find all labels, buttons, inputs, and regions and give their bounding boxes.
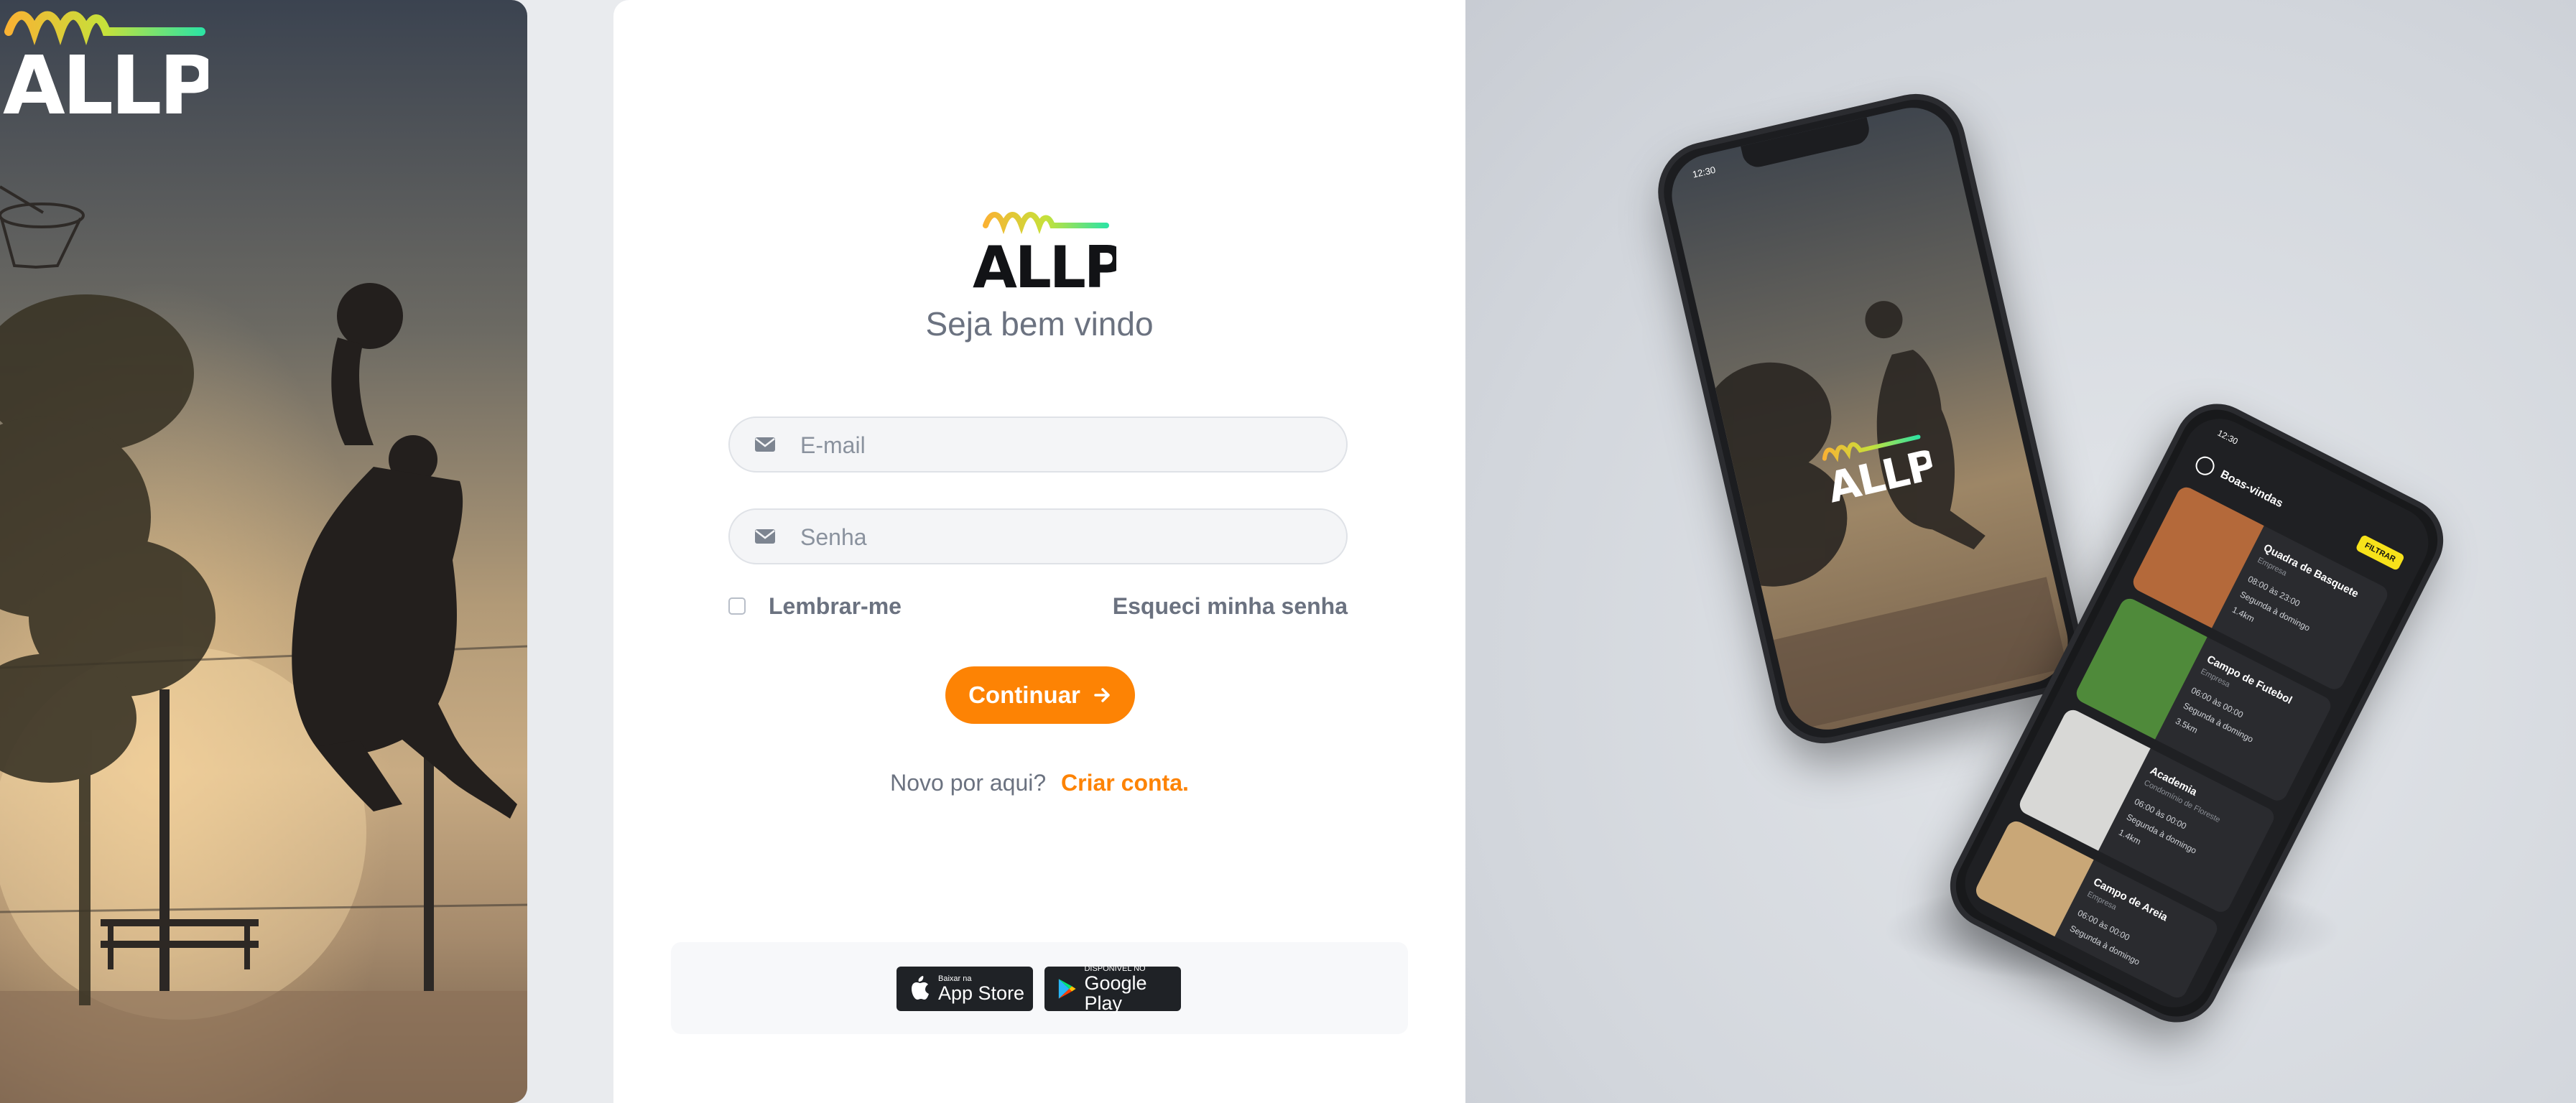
splash-photo	[1702, 301, 2068, 731]
hero-photo-panel: ALLP	[0, 0, 527, 1103]
arrow-right-icon	[1094, 688, 1110, 702]
signup-prompt: Novo por aqui?	[890, 770, 1047, 796]
create-account-link[interactable]: Criar conta.	[1061, 770, 1189, 796]
envelope-icon	[755, 529, 775, 544]
allp-logo: ALLP	[973, 212, 1116, 293]
email-field[interactable]	[728, 416, 1348, 473]
google-play-icon	[1058, 979, 1076, 999]
continue-label: Continuar	[968, 681, 1080, 708]
filter-button[interactable]: FILTRAR	[2355, 534, 2406, 572]
remember-checkbox[interactable]	[728, 597, 746, 615]
app-store-button[interactable]: Baixar na App Store	[896, 967, 1033, 1011]
app-store-big: App Store	[938, 982, 1025, 1004]
password-input[interactable]	[799, 510, 1319, 564]
signup-row: Novo por aqui? Criar conta.	[613, 770, 1465, 796]
login-card: ALLP Seja bem vindo Lembrar-me Esqueci m…	[613, 0, 1465, 1103]
status-time: 12:30	[2215, 427, 2240, 447]
basketball-scene-illustration	[0, 185, 527, 1103]
phone-mockup-splash: 12:30 ALLP	[1648, 83, 2092, 754]
password-field[interactable]	[728, 508, 1348, 564]
continue-button[interactable]: Continuar	[945, 666, 1135, 724]
venue-distance: 1.4km	[2230, 604, 2256, 625]
google-play-button[interactable]: DISPONÍVEL NO Google Play	[1044, 964, 1181, 1014]
remember-me[interactable]: Lembrar-me	[728, 592, 902, 620]
screen-title: Boas-vindas	[2218, 468, 2285, 511]
forgot-password-link[interactable]: Esqueci minha senha	[1113, 592, 1348, 620]
venue-thumbnail	[2129, 483, 2264, 628]
app-store-bar: Baixar na App Store DISPONÍVEL NO Google…	[671, 942, 1408, 1034]
email-input[interactable]	[799, 418, 1319, 473]
splash-screen: 12:30 ALLP	[1663, 99, 2077, 738]
welcome-heading: Seja bem vindo	[925, 305, 1154, 343]
venue-thumbnail	[2016, 707, 2151, 851]
google-play-big: Google Play	[1084, 972, 1147, 1014]
svg-text:ALLP: ALLP	[3, 39, 208, 122]
apple-icon	[912, 976, 929, 1000]
allp-logo: ALLP	[3, 11, 208, 122]
remember-label: Lembrar-me	[769, 592, 902, 619]
venue-thumbnail	[2072, 595, 2207, 740]
svg-text:ALLP: ALLP	[973, 234, 1116, 293]
venue-distance: 3.5km	[2174, 715, 2200, 736]
envelope-icon	[755, 437, 775, 452]
venue-distance: 1.4km	[2117, 827, 2143, 847]
phone-mockup-panel: 12:30 ALLP 12:30 Boas-vindas FILTRAR Qua…	[1465, 0, 2576, 1103]
avatar[interactable]	[2192, 453, 2218, 479]
